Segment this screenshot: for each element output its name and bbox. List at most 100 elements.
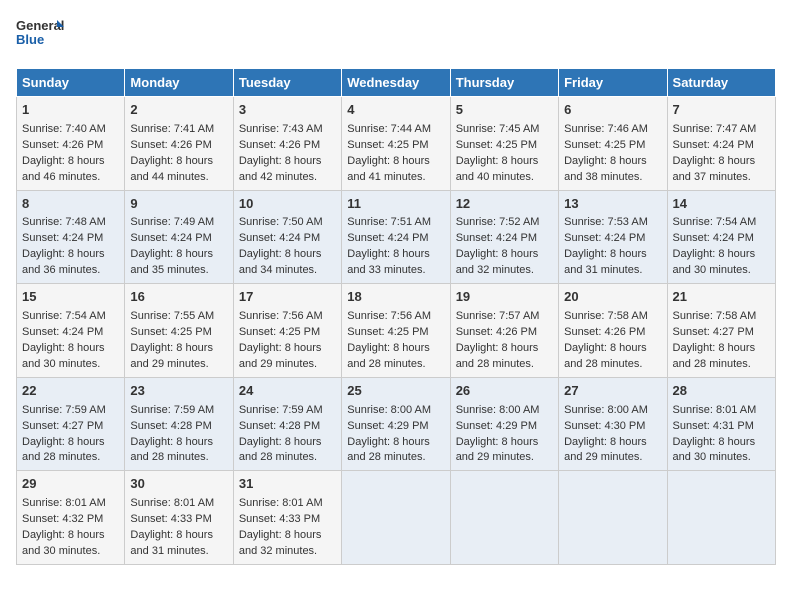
sunset-text: Sunset: 4:26 PM <box>456 326 537 338</box>
sunset-text: Sunset: 4:24 PM <box>22 326 103 338</box>
day-header-monday: Monday <box>125 69 233 97</box>
daylight-text: Daylight: 8 hours and 29 minutes. <box>564 436 647 464</box>
calendar-cell: 29 Sunrise: 8:01 AM Sunset: 4:32 PM Dayligh… <box>17 471 125 565</box>
sunrise-text: Sunrise: 7:55 AM <box>130 310 214 322</box>
day-number: 4 <box>347 101 444 120</box>
sunrise-text: Sunrise: 8:01 AM <box>239 497 323 509</box>
sunrise-text: Sunrise: 7:52 AM <box>456 216 540 228</box>
sunrise-text: Sunrise: 8:00 AM <box>347 404 431 416</box>
daylight-text: Daylight: 8 hours and 32 minutes. <box>456 248 539 276</box>
sunset-text: Sunset: 4:26 PM <box>564 326 645 338</box>
calendar-cell: 30 Sunrise: 8:01 AM Sunset: 4:33 PM Dayligh… <box>125 471 233 565</box>
daylight-text: Daylight: 8 hours and 29 minutes. <box>456 436 539 464</box>
daylight-text: Daylight: 8 hours and 41 minutes. <box>347 155 430 183</box>
sunset-text: Sunset: 4:24 PM <box>347 232 428 244</box>
day-number: 29 <box>22 475 119 494</box>
day-number: 30 <box>130 475 227 494</box>
daylight-text: Daylight: 8 hours and 46 minutes. <box>22 155 105 183</box>
day-number: 9 <box>130 195 227 214</box>
calendar-cell: 15Sunrise: 7:54 AMSunset: 4:24 PMDayligh… <box>17 284 125 378</box>
day-header-tuesday: Tuesday <box>233 69 341 97</box>
daylight-text: Daylight: 8 hours and 29 minutes. <box>130 342 213 370</box>
sunrise-text: Sunrise: 7:59 AM <box>130 404 214 416</box>
calendar-cell: 10Sunrise: 7:50 AMSunset: 4:24 PMDayligh… <box>233 190 341 284</box>
calendar-cell: 21Sunrise: 7:58 AMSunset: 4:27 PMDayligh… <box>667 284 775 378</box>
calendar-cell: 13Sunrise: 7:53 AMSunset: 4:24 PMDayligh… <box>559 190 667 284</box>
calendar-cell: 3Sunrise: 7:43 AMSunset: 4:26 PMDaylight… <box>233 97 341 191</box>
day-number: 13 <box>564 195 661 214</box>
day-number: 31 <box>239 475 336 494</box>
daylight-text: Daylight: 8 hours and 28 minutes. <box>130 436 213 464</box>
sunset-text: Sunset: 4:25 PM <box>347 326 428 338</box>
calendar-cell: 12Sunrise: 7:52 AMSunset: 4:24 PMDayligh… <box>450 190 558 284</box>
sunset-text: Sunset: 4:24 PM <box>564 232 645 244</box>
daylight-text: Daylight: 8 hours and 30 minutes. <box>673 248 756 276</box>
calendar-week-row: 15Sunrise: 7:54 AMSunset: 4:24 PMDayligh… <box>17 284 776 378</box>
calendar-cell: 2Sunrise: 7:41 AMSunset: 4:26 PMDaylight… <box>125 97 233 191</box>
sunrise-text: Sunrise: 7:56 AM <box>347 310 431 322</box>
sunrise-text: Sunrise: 7:54 AM <box>673 216 757 228</box>
calendar-week-row: 1Sunrise: 7:40 AMSunset: 4:26 PMDaylight… <box>17 97 776 191</box>
sunset-text: Sunset: 4:24 PM <box>673 232 754 244</box>
calendar-cell: 4Sunrise: 7:44 AMSunset: 4:25 PMDaylight… <box>342 97 450 191</box>
sunrise-text: Sunrise: 7:51 AM <box>347 216 431 228</box>
sunrise-text: Sunrise: 8:01 AM <box>673 404 757 416</box>
sunset-text: Sunset: 4:25 PM <box>347 139 428 151</box>
calendar-cell <box>667 471 775 565</box>
calendar-week-row: 29 Sunrise: 8:01 AM Sunset: 4:32 PM Dayligh… <box>17 471 776 565</box>
calendar-cell: 19 Sunrise: 7:57 AM Sunset: 4:26 PM Dayligh… <box>450 284 558 378</box>
daylight-text: Daylight: 8 hours and 29 minutes. <box>239 342 322 370</box>
sunset-text: Sunset: 4:26 PM <box>22 139 103 151</box>
daylight-text: Daylight: 8 hours and 38 minutes. <box>564 155 647 183</box>
day-number: 24 <box>239 382 336 401</box>
calendar-week-row: 8Sunrise: 7:48 AMSunset: 4:24 PMDaylight… <box>17 190 776 284</box>
calendar-cell: 26Sunrise: 8:00 AMSunset: 4:29 PMDayligh… <box>450 377 558 471</box>
sunrise-text: Sunrise: 7:41 AM <box>130 123 214 135</box>
sunset-text: Sunset: 4:29 PM <box>456 420 537 432</box>
daylight-text: Daylight: 8 hours and 30 minutes. <box>22 529 105 557</box>
day-number: 16 <box>130 288 227 307</box>
day-number: 3 <box>239 101 336 120</box>
sunset-text: Sunset: 4:28 PM <box>239 420 320 432</box>
day-number: 21 <box>673 288 770 307</box>
sunset-text: Sunset: 4:31 PM <box>673 420 754 432</box>
logo-svg: General Blue <box>16 16 64 56</box>
sunrise-text: Sunrise: 8:00 AM <box>564 404 648 416</box>
sunset-text: Sunset: 4:24 PM <box>456 232 537 244</box>
calendar-week-row: 22Sunrise: 7:59 AMSunset: 4:27 PMDayligh… <box>17 377 776 471</box>
sunrise-text: Sunrise: 7:58 AM <box>673 310 757 322</box>
sunrise-text: Sunrise: 7:59 AM <box>239 404 323 416</box>
day-header-wednesday: Wednesday <box>342 69 450 97</box>
daylight-text: Daylight: 8 hours and 28 minutes. <box>456 342 539 370</box>
daylight-text: Daylight: 8 hours and 28 minutes. <box>347 342 430 370</box>
day-header-sunday: Sunday <box>17 69 125 97</box>
sunrise-text: Sunrise: 8:01 AM <box>22 497 106 509</box>
sunrise-text: Sunrise: 8:01 AM <box>130 497 214 509</box>
sunset-text: Sunset: 4:24 PM <box>22 232 103 244</box>
calendar-cell <box>342 471 450 565</box>
daylight-text: Daylight: 8 hours and 42 minutes. <box>239 155 322 183</box>
day-number: 19 <box>456 288 553 307</box>
sunrise-text: Sunrise: 7:45 AM <box>456 123 540 135</box>
calendar-cell <box>450 471 558 565</box>
sunset-text: Sunset: 4:32 PM <box>22 513 103 525</box>
day-number: 17 <box>239 288 336 307</box>
calendar-cell: 22Sunrise: 7:59 AMSunset: 4:27 PMDayligh… <box>17 377 125 471</box>
daylight-text: Daylight: 8 hours and 34 minutes. <box>239 248 322 276</box>
day-number: 6 <box>564 101 661 120</box>
day-number: 22 <box>22 382 119 401</box>
sunrise-text: Sunrise: 8:00 AM <box>456 404 540 416</box>
calendar-cell: 6Sunrise: 7:46 AMSunset: 4:25 PMDaylight… <box>559 97 667 191</box>
daylight-text: Daylight: 8 hours and 31 minutes. <box>130 529 213 557</box>
sunset-text: Sunset: 4:25 PM <box>130 326 211 338</box>
calendar-cell: 23Sunrise: 7:59 AMSunset: 4:28 PMDayligh… <box>125 377 233 471</box>
sunset-text: Sunset: 4:33 PM <box>130 513 211 525</box>
calendar-cell: 25Sunrise: 8:00 AMSunset: 4:29 PMDayligh… <box>342 377 450 471</box>
sunrise-text: Sunrise: 7:59 AM <box>22 404 106 416</box>
calendar-cell: 16 Sunrise: 7:55 AM Sunset: 4:25 PM Dayligh… <box>125 284 233 378</box>
day-number: 2 <box>130 101 227 120</box>
sunrise-text: Sunrise: 7:57 AM <box>456 310 540 322</box>
svg-text:General: General <box>16 18 64 33</box>
sunrise-text: Sunrise: 7:40 AM <box>22 123 106 135</box>
daylight-text: Daylight: 8 hours and 37 minutes. <box>673 155 756 183</box>
